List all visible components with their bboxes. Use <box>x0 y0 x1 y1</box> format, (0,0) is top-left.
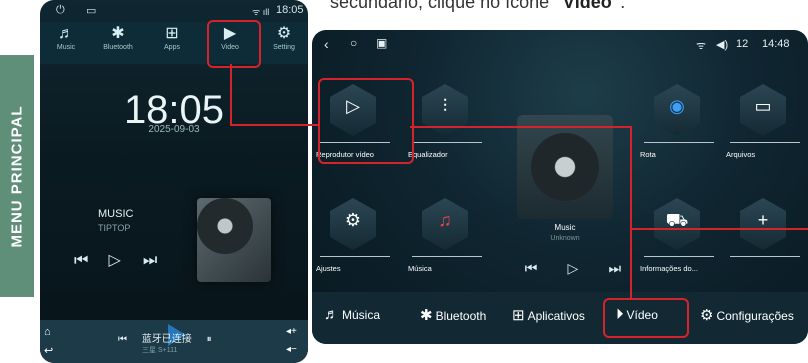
phone-bottom-bar: ⌂ ↩ ⏮ 蓝牙已连接 ⏸ 三星 S+111 ◂+ ◂− <box>40 320 308 363</box>
nav-item-apps[interactable]: ⊞ Apps <box>152 24 192 51</box>
music-icon: ♬ <box>324 306 339 323</box>
power-icon[interactable]: ⏻ <box>56 4 65 17</box>
car-icon: ⛟ <box>665 210 689 230</box>
map-icon: ◉ <box>669 96 685 116</box>
next-icon[interactable]: ⏭ <box>143 252 173 270</box>
phone-screen: ⏻ ▭ ᯤ ıll 18:05 ♬ Music ✱ Bluetooth ⊞ Ap… <box>40 0 308 363</box>
back-icon[interactable]: ‹ <box>324 36 329 52</box>
window-icon[interactable]: ▭ <box>86 4 96 17</box>
home-icon[interactable]: ⌂ <box>44 326 64 338</box>
bluetooth-device: 三星 S+111 <box>142 347 178 354</box>
highlight-dock-video <box>603 298 689 338</box>
app-tile-route[interactable]: ◉ Rota <box>640 70 718 170</box>
phone-music-controls: ⏮ ▷ ⏭ <box>74 250 173 270</box>
tablet-album-cover[interactable] <box>517 115 613 219</box>
highlight-phone-video <box>207 20 261 68</box>
connector-line <box>410 126 632 128</box>
dock-item-music[interactable]: ♬ Música <box>324 306 380 323</box>
volume-down-icon[interactable]: ◂− <box>286 344 306 355</box>
equalizer-icon: ⫶ <box>442 96 448 116</box>
tablet-music-subtitle: Unknown <box>550 235 580 242</box>
headphones-icon: ♫ <box>438 210 452 230</box>
app-tile-music[interactable]: ♫ Música <box>408 184 486 284</box>
volume-up-icon[interactable]: ◂+ <box>286 326 306 337</box>
recents-icon[interactable]: ▣ <box>376 36 387 50</box>
vinyl-disc-icon <box>531 133 599 201</box>
vinyl-disc-icon <box>197 198 253 254</box>
connector-line <box>230 124 320 126</box>
next-icon[interactable]: ⏭ <box>596 260 634 277</box>
phone-music-title: MUSIC <box>98 208 134 220</box>
connector-line <box>230 64 232 126</box>
nav-item-music[interactable]: ♬ Music <box>46 24 86 51</box>
play-icon[interactable]: ▷ <box>554 260 592 277</box>
volume-icon: ◀) <box>716 39 729 51</box>
phone-status-time: 18:05 <box>276 4 304 16</box>
gear-icon: ⚙ <box>276 25 292 42</box>
instruction-caption: secundário, clique no ícone "Vídeo". <box>330 0 626 12</box>
back-icon[interactable]: ↩ <box>44 344 64 357</box>
connector-line <box>632 228 808 230</box>
app-tile-settings[interactable]: ⚙ Ajustes <box>316 184 394 284</box>
tablet-volume-level: 12 <box>736 38 749 50</box>
bluetooth-icon: ✱ <box>420 307 433 324</box>
apps-icon: ⊞ <box>512 307 525 324</box>
bluetooth-status: ⏮ 蓝牙已连接 ⏸ <box>118 334 212 345</box>
bt-pause-icon[interactable]: ⏸ <box>207 334 212 345</box>
app-tile-add[interactable]: + <box>726 184 804 284</box>
music-icon: ♬ <box>58 25 74 42</box>
dock-item-settings[interactable]: ⚙ Configurações <box>700 306 794 324</box>
tablet-music-controls: ⏮ ▷ ⏭ <box>512 260 634 277</box>
app-tile-equalizer[interactable]: ⫶ Equalizador <box>408 70 486 170</box>
bluetooth-icon: ✱ <box>111 25 125 42</box>
tablet-dock: ♬ Música ✱ Bluetooth ⊞ Aplicativos ⏵ Vídeo ⚙… <box>312 292 808 344</box>
play-icon[interactable]: ▷ <box>108 250 138 270</box>
signal-icon: ᯤ ıll <box>252 7 270 17</box>
phone-music-artist: TIPTOP <box>98 223 131 233</box>
tablet-status-bar: ‹ ○ ▣ ᯤ ◀) 12 14:48 <box>312 30 808 58</box>
phone-top-nav: ♬ Music ✱ Bluetooth ⊞ Apps ▶ Video ⚙ Set… <box>40 22 308 64</box>
gear-icon: ⚙ <box>700 307 714 324</box>
settings-icon: ⚙ <box>344 210 362 230</box>
bt-prev-icon[interactable]: ⏮ <box>118 334 127 345</box>
tablet-status-time: 14:48 <box>762 38 790 50</box>
phone-status-bar: ⏻ ▭ ᯤ ıll 18:05 <box>40 0 308 22</box>
home-icon[interactable]: ○ <box>350 36 357 50</box>
previous-icon[interactable]: ⏮ <box>74 252 104 270</box>
apps-icon: ⊞ <box>165 25 179 42</box>
app-tile-vehicle-info[interactable]: ⛟ Informações do... <box>640 184 718 284</box>
phone-album-cover[interactable] <box>197 198 271 282</box>
nav-item-setting[interactable]: ⚙ Setting <box>264 24 304 51</box>
previous-icon[interactable]: ⏮ <box>512 260 550 277</box>
connector-line <box>630 126 632 298</box>
folder-icon: ▭ <box>754 96 772 116</box>
side-label: MENU PRINCIPAL <box>0 55 34 297</box>
wifi-icon: ᯤ <box>696 40 707 52</box>
highlight-video-player <box>318 78 414 164</box>
app-tile-files[interactable]: ▭ Arquivos <box>726 70 804 170</box>
dock-item-apps[interactable]: ⊞ Aplicativos <box>512 306 585 324</box>
dock-item-bluetooth[interactable]: ✱ Bluetooth <box>420 306 486 324</box>
tablet-music-title: Music <box>554 223 576 232</box>
nav-item-bluetooth[interactable]: ✱ Bluetooth <box>98 24 138 51</box>
